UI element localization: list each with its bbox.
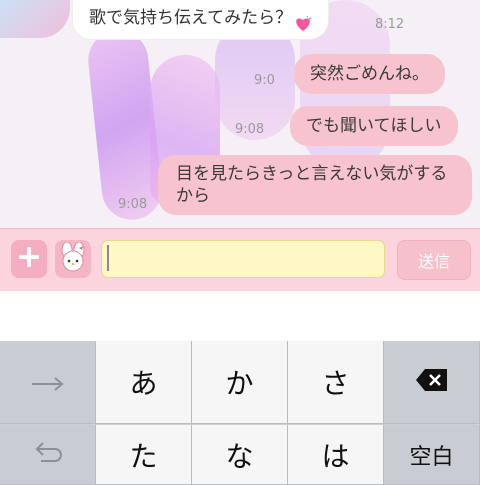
sent-message-bubble[interactable]: 目を見たらきっと言えない気がするから — [158, 155, 472, 215]
backspace-icon — [415, 366, 449, 399]
sent-message-bubble[interactable]: 突然ごめんね。 — [294, 54, 445, 94]
message-time: 9:08 — [118, 197, 148, 212]
key-label: な — [225, 439, 254, 473]
heart-icon — [294, 10, 312, 31]
send-button[interactable]: 送信 — [397, 240, 471, 280]
plus-button[interactable] — [11, 240, 47, 278]
undo-icon — [33, 437, 63, 472]
chat-area[interactable]: 歌で気持ち伝えてみたら？ 8:12 突然ごめんね。 9:0 でも聞いてほしい 9… — [0, 0, 480, 228]
message-time: 9:08 — [235, 122, 265, 137]
message-time: 9:0 — [254, 73, 275, 88]
key-label: は — [321, 439, 350, 473]
background-decoration — [0, 0, 70, 38]
kana-key-ka[interactable]: か — [192, 341, 288, 424]
text-caret — [107, 245, 109, 271]
undo-key[interactable] — [0, 425, 96, 485]
kana-key-ha[interactable]: は — [288, 425, 384, 485]
kana-key-ta[interactable]: た — [96, 425, 192, 485]
kana-key-sa[interactable]: さ — [288, 341, 384, 424]
key-label: さ — [321, 367, 350, 400]
key-label: た — [129, 439, 158, 473]
received-message-bubble[interactable]: 歌で気持ち伝えてみたら？ — [72, 0, 330, 40]
message-text: 目を見たらきっと言えない気がするから — [176, 164, 448, 206]
input-bar: 送信 — [0, 228, 480, 291]
key-label: あ — [129, 367, 158, 400]
kana-key-a[interactable]: あ — [96, 341, 192, 424]
message-text: 突然ごめんね。 — [310, 64, 429, 84]
message-input[interactable] — [101, 240, 385, 278]
melody-sticker-icon — [58, 241, 88, 276]
message-text: 歌で気持ち伝えてみたら？ — [89, 8, 293, 28]
sticker-button[interactable] — [55, 240, 91, 278]
keyboard: あ か さ た な は 空白 — [0, 341, 480, 485]
space-key[interactable]: 空白 — [384, 425, 480, 485]
message-time: 8:12 — [375, 17, 405, 32]
message-text: でも聞いてほしい — [306, 116, 442, 136]
plus-icon — [18, 246, 40, 272]
backspace-key[interactable] — [384, 341, 480, 424]
key-label: か — [225, 367, 254, 400]
next-arrow-icon — [31, 366, 65, 399]
kana-key-na[interactable]: な — [192, 425, 288, 485]
send-label: 送信 — [417, 252, 450, 271]
key-label: 空白 — [409, 444, 454, 470]
sent-message-bubble[interactable]: でも聞いてほしい — [290, 106, 458, 146]
next-candidate-key[interactable] — [0, 341, 96, 424]
